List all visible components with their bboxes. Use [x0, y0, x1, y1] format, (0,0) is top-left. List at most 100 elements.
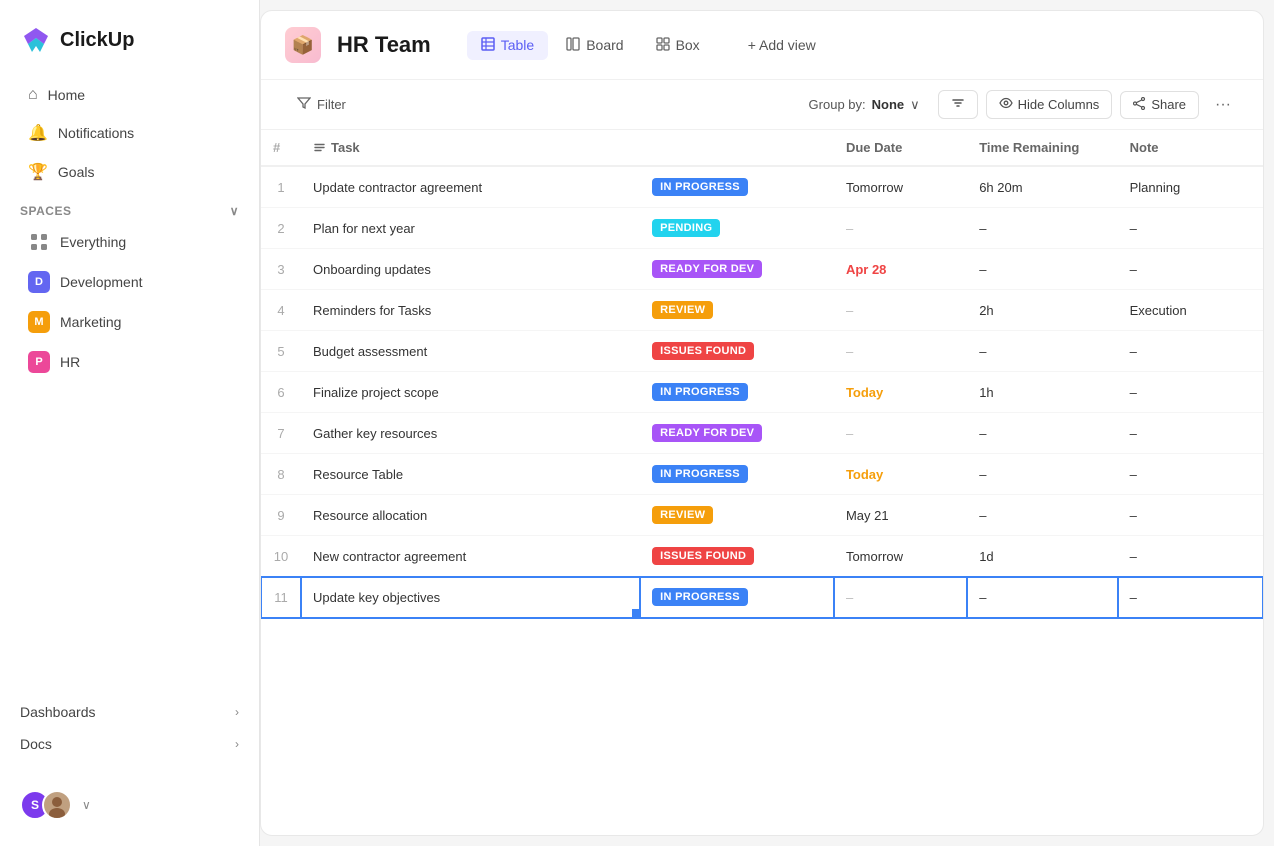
- table-row[interactable]: 3Onboarding updatesREADY FOR DEVApr 28––: [261, 249, 1263, 290]
- status-badge: IN PROGRESS: [652, 178, 748, 196]
- row-task-name[interactable]: Update key objectives: [301, 577, 640, 618]
- sidebar-item-development[interactable]: D Development: [8, 263, 251, 301]
- row-task-name[interactable]: Plan for next year: [301, 208, 640, 249]
- table-row[interactable]: 10New contractor agreementISSUES FOUNDTo…: [261, 536, 1263, 577]
- row-status[interactable]: PENDING: [640, 208, 834, 249]
- col-time-remaining: Time Remaining: [967, 130, 1117, 166]
- toolbar: Filter Group by: None ∨: [261, 80, 1263, 130]
- marketing-badge: M: [28, 311, 50, 333]
- tab-board[interactable]: Board: [552, 31, 637, 60]
- row-number: 7: [261, 413, 301, 454]
- row-number: 10: [261, 536, 301, 577]
- more-options-button[interactable]: ···: [1207, 91, 1239, 119]
- row-task-name[interactable]: Onboarding updates: [301, 249, 640, 290]
- everything-icon: [28, 231, 50, 253]
- row-status[interactable]: READY FOR DEV: [640, 249, 834, 290]
- row-task-name[interactable]: New contractor agreement: [301, 536, 640, 577]
- sort-button[interactable]: [938, 90, 978, 119]
- row-number: 3: [261, 249, 301, 290]
- sidebar-item-marketing[interactable]: M Marketing: [8, 303, 251, 341]
- dashboards-expand-icon: ›: [235, 705, 239, 719]
- nav-home[interactable]: ⌂ Home: [8, 77, 251, 113]
- row-note: Execution: [1118, 290, 1263, 331]
- row-task-name[interactable]: Update contractor agreement: [301, 166, 640, 208]
- nav-notifications[interactable]: 🔔 Notifications: [8, 114, 251, 152]
- row-status[interactable]: REVIEW: [640, 495, 834, 536]
- docs-label: Docs: [20, 736, 52, 752]
- row-note: –: [1118, 536, 1263, 577]
- spaces-chevron-icon[interactable]: ∨: [230, 204, 239, 218]
- status-badge: IN PROGRESS: [652, 588, 748, 606]
- avatar-photo: [42, 790, 72, 820]
- trophy-icon: 🏆: [28, 162, 48, 182]
- avatar-stack: S: [20, 790, 72, 820]
- user-chevron-icon: ∨: [82, 798, 91, 812]
- row-note: –: [1118, 495, 1263, 536]
- row-status[interactable]: IN PROGRESS: [640, 454, 834, 495]
- row-time-remaining: –: [967, 577, 1117, 618]
- row-due-date: –: [834, 208, 967, 249]
- app-name: ClickUp: [60, 29, 134, 52]
- share-button[interactable]: Share: [1120, 91, 1199, 119]
- row-due-date: Apr 28: [834, 249, 967, 290]
- row-note: Planning: [1118, 166, 1263, 208]
- table-row[interactable]: 7Gather key resourcesREADY FOR DEV–––: [261, 413, 1263, 454]
- row-status[interactable]: IN PROGRESS: [640, 166, 834, 208]
- add-view-button[interactable]: + Add view: [734, 31, 830, 59]
- sidebar-item-everything[interactable]: Everything: [8, 223, 251, 261]
- resize-handle[interactable]: [632, 609, 640, 617]
- table-row[interactable]: 5Budget assessmentISSUES FOUND–––: [261, 331, 1263, 372]
- row-time-remaining: 6h 20m: [967, 166, 1117, 208]
- hr-label: HR: [60, 354, 80, 370]
- row-number: 5: [261, 331, 301, 372]
- user-area[interactable]: S ∨: [0, 780, 259, 830]
- row-number: 6: [261, 372, 301, 413]
- row-status[interactable]: ISSUES FOUND: [640, 331, 834, 372]
- row-status[interactable]: READY FOR DEV: [640, 413, 834, 454]
- table-row[interactable]: 1Update contractor agreementIN PROGRESST…: [261, 166, 1263, 208]
- row-due-date: Today: [834, 372, 967, 413]
- status-badge: IN PROGRESS: [652, 383, 748, 401]
- nav-goals[interactable]: 🏆 Goals: [8, 153, 251, 191]
- row-task-name[interactable]: Reminders for Tasks: [301, 290, 640, 331]
- row-status[interactable]: IN PROGRESS: [640, 372, 834, 413]
- row-task-name[interactable]: Resource Table: [301, 454, 640, 495]
- filter-button[interactable]: Filter: [285, 91, 358, 118]
- docs-item[interactable]: Docs ›: [8, 728, 251, 760]
- tab-table[interactable]: Table: [467, 31, 548, 60]
- table-row[interactable]: 9Resource allocationREVIEWMay 21––: [261, 495, 1263, 536]
- row-task-name[interactable]: Finalize project scope: [301, 372, 640, 413]
- logo-area: ClickUp: [0, 16, 259, 76]
- row-note: –: [1118, 413, 1263, 454]
- table-row[interactable]: 8Resource TableIN PROGRESSToday––: [261, 454, 1263, 495]
- row-status[interactable]: IN PROGRESS: [640, 577, 834, 618]
- row-task-name[interactable]: Gather key resources: [301, 413, 640, 454]
- dashboards-label: Dashboards: [20, 704, 96, 720]
- share-icon: [1133, 97, 1146, 113]
- row-number: 2: [261, 208, 301, 249]
- table-row[interactable]: 4Reminders for TasksREVIEW–2hExecution: [261, 290, 1263, 331]
- table-row[interactable]: 6Finalize project scope IN PROGRESS Today1…: [261, 372, 1263, 413]
- row-task-name[interactable]: Resource allocation: [301, 495, 640, 536]
- row-status[interactable]: ISSUES FOUND: [640, 536, 834, 577]
- col-task: Task: [301, 130, 640, 166]
- view-tabs: Table Board: [467, 31, 714, 60]
- eye-icon: [999, 96, 1013, 113]
- table-row[interactable]: 2Plan for next yearPENDING–––: [261, 208, 1263, 249]
- row-time-remaining: –: [967, 249, 1117, 290]
- row-due-date: Tomorrow: [834, 166, 967, 208]
- sidebar-item-hr[interactable]: P HR: [8, 343, 251, 381]
- row-note: –: [1118, 577, 1263, 618]
- row-task-name[interactable]: Budget assessment: [301, 331, 640, 372]
- box-tab-icon: [656, 37, 670, 54]
- tab-box[interactable]: Box: [642, 31, 714, 60]
- group-by-control[interactable]: Group by: None ∨: [799, 92, 930, 118]
- spaces-label: Spaces: [20, 204, 71, 218]
- table-row[interactable]: 11Update key objectivesIN PROGRESS–––: [261, 577, 1263, 618]
- row-status[interactable]: REVIEW: [640, 290, 834, 331]
- hide-columns-button[interactable]: Hide Columns: [986, 90, 1113, 119]
- dashboards-item[interactable]: Dashboards ›: [8, 696, 251, 728]
- hr-badge: P: [28, 351, 50, 373]
- row-number: 8: [261, 454, 301, 495]
- row-time-remaining: 1h: [967, 372, 1117, 413]
